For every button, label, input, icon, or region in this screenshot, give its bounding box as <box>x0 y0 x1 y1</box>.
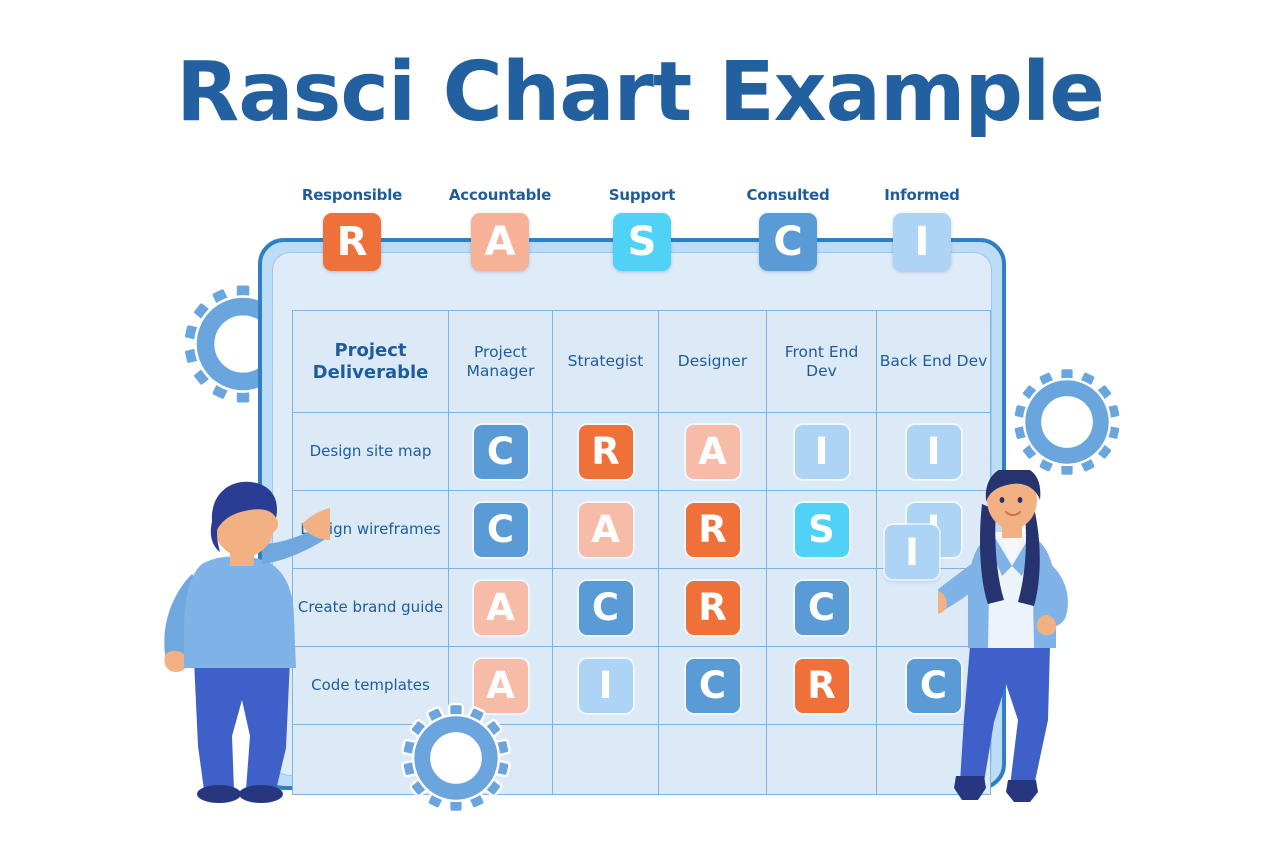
table-row: Design wireframes C A R S I I <box>292 490 991 579</box>
column-header-project-deliverable: Project Deliverable <box>292 310 449 413</box>
legend-item-responsible[interactable]: Responsible R <box>287 186 417 271</box>
rasci-tile: R <box>685 580 740 635</box>
table-row-empty <box>292 724 991 795</box>
rasci-tile: I <box>578 658 633 713</box>
cell-3-3[interactable]: R <box>766 646 877 725</box>
rasci-tile: C <box>473 424 528 479</box>
legend-item-informed[interactable]: Informed I <box>857 186 987 271</box>
legend-tile-s: S <box>613 213 671 271</box>
cell-2-1[interactable]: C <box>552 568 659 647</box>
legend-item-accountable[interactable]: Accountable A <box>435 186 565 271</box>
person-standing-right-illustration <box>938 470 1068 802</box>
rasci-table: Project Deliverable Project Manager Stra… <box>292 310 991 795</box>
cell-1-1[interactable]: A <box>552 490 659 569</box>
legend-tile-c: C <box>759 213 817 271</box>
column-header-project-manager: Project Manager <box>448 310 553 413</box>
cell-1-2[interactable]: R <box>658 490 767 569</box>
cell-0-1[interactable]: R <box>552 412 659 491</box>
legend-label: Responsible <box>301 186 403 204</box>
cell-3-1[interactable]: I <box>552 646 659 725</box>
rasci-tile: R <box>578 424 633 479</box>
cell-3-2[interactable]: C <box>658 646 767 725</box>
cell-2-0[interactable]: A <box>448 568 553 647</box>
rasci-tile: A <box>685 424 740 479</box>
rasci-tile: A <box>578 502 633 557</box>
legend-label: Support <box>608 186 676 204</box>
legend-item-consulted[interactable]: Consulted C <box>723 186 853 271</box>
legend-label: Consulted <box>746 186 830 204</box>
rasci-tile: S <box>794 502 849 557</box>
rasci-tile: R <box>794 658 849 713</box>
cell-0-3[interactable]: I <box>766 412 877 491</box>
gear-right-icon <box>1012 367 1122 477</box>
table-row: Create brand guide A C R C <box>292 568 991 647</box>
rasci-tile: C <box>685 658 740 713</box>
legend-item-support[interactable]: Support S <box>577 186 707 271</box>
rasci-tile: R <box>685 502 740 557</box>
cell-4-1[interactable] <box>552 724 659 795</box>
cell-1-3[interactable]: S <box>766 490 877 569</box>
table-row: Code templates A I C R C <box>292 646 991 725</box>
cell-0-2[interactable]: A <box>658 412 767 491</box>
legend-tile-a: A <box>471 213 529 271</box>
person-pointing-left-illustration <box>164 481 330 803</box>
legend: Responsible R Accountable A Support S Co… <box>300 186 980 271</box>
table-header-row: Project Deliverable Project Manager Stra… <box>292 310 991 413</box>
rasci-tile: A <box>473 580 528 635</box>
page-title: Rasci Chart Example <box>176 45 1105 140</box>
cell-4-3[interactable] <box>766 724 877 795</box>
cell-1-0[interactable]: C <box>448 490 553 569</box>
cell-2-3[interactable]: C <box>766 568 877 647</box>
rasci-tile: C <box>473 502 528 557</box>
cell-2-2[interactable]: R <box>658 568 767 647</box>
legend-label: Accountable <box>448 186 552 204</box>
legend-tile-i: I <box>893 213 951 271</box>
rasci-tile: C <box>794 580 849 635</box>
legend-tile-r: R <box>323 213 381 271</box>
cell-0-0[interactable]: C <box>448 412 553 491</box>
gear-bottom-icon <box>401 703 511 813</box>
rasci-tile: C <box>578 580 633 635</box>
cell-4-2[interactable] <box>658 724 767 795</box>
column-header-designer: Designer <box>658 310 767 413</box>
column-header-front-end-dev: Front End Dev <box>766 310 877 413</box>
column-header-back-end-dev: Back End Dev <box>876 310 991 413</box>
table-row: Design site map C R A I I <box>292 412 991 491</box>
dragged-rasci-tile[interactable]: I <box>885 525 939 579</box>
rasci-tile: I <box>794 424 849 479</box>
legend-label: Informed <box>884 186 960 204</box>
column-header-strategist: Strategist <box>552 310 659 413</box>
